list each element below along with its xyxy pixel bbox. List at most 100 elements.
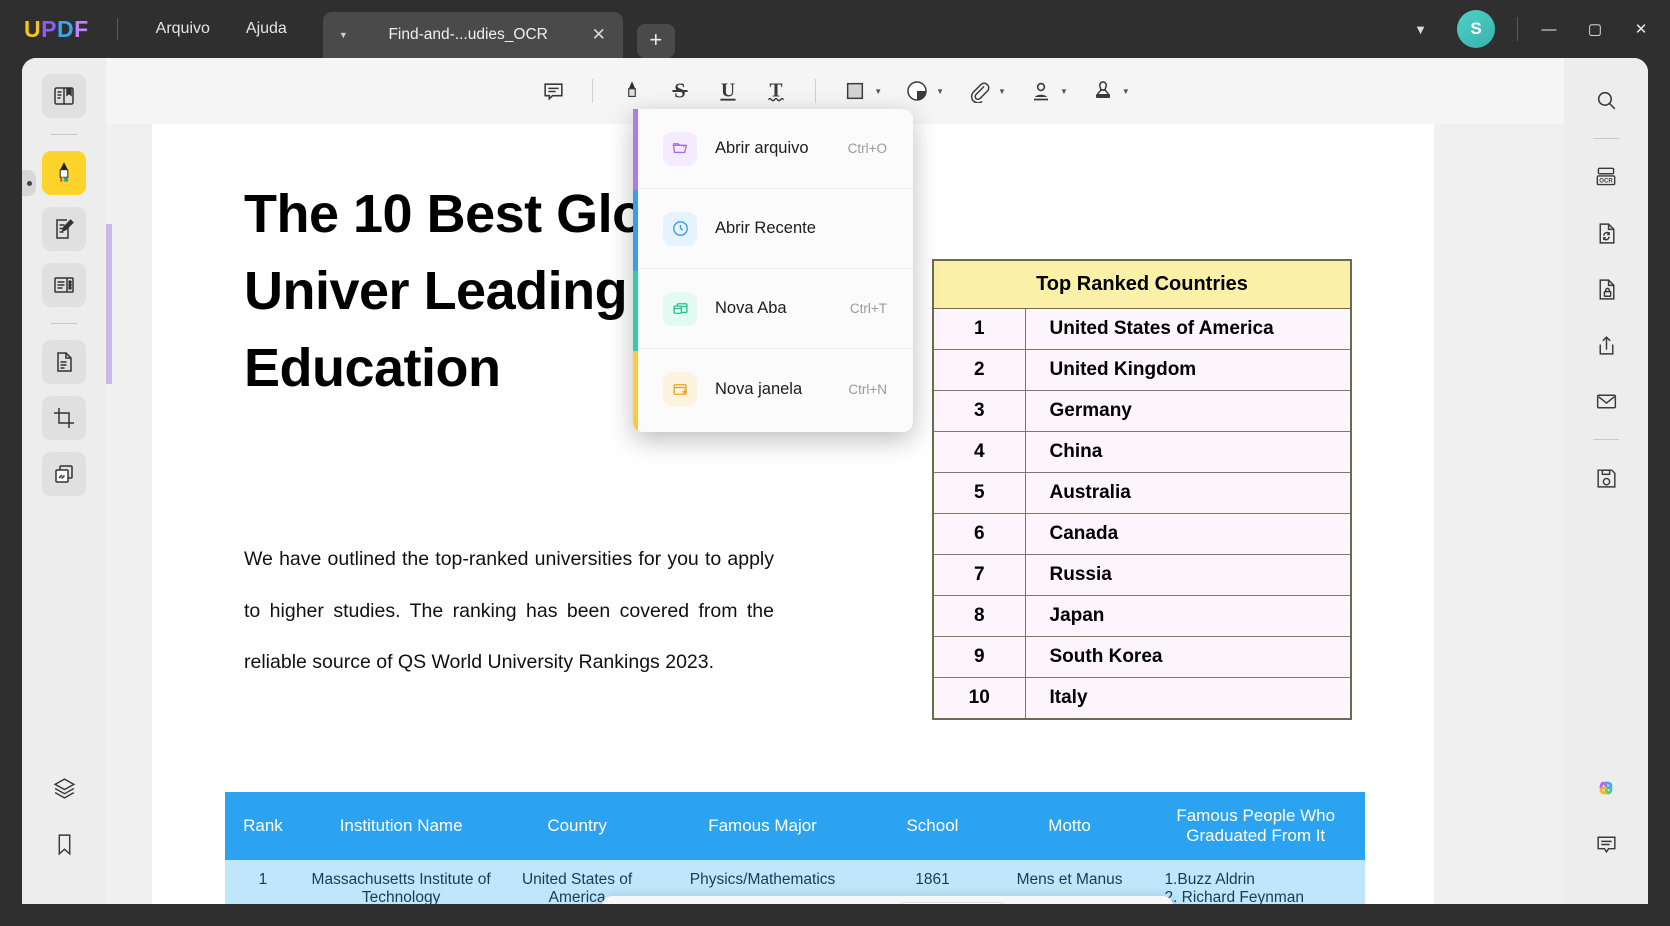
rail-search[interactable] [1584, 78, 1628, 122]
new-tab-button[interactable]: + [637, 24, 675, 58]
rail-save[interactable] [1584, 456, 1628, 500]
signature-person-icon[interactable] [1018, 70, 1064, 112]
menu-ajuda[interactable]: Ajuda [228, 13, 305, 45]
file-menu-dropdown: Abrir arquivoCtrl+O Abrir Recente Nova Aba… [633, 109, 913, 432]
tool-highlight[interactable] [609, 70, 655, 112]
chevron-down-icon[interactable]: ▼ [1060, 87, 1074, 96]
rail-convert[interactable] [1584, 211, 1628, 255]
table-row: 7Russia [933, 555, 1351, 596]
dropdown-item-label: Abrir Recente [715, 219, 887, 238]
updf-logo: U P D F [24, 16, 89, 43]
square-shape-icon[interactable] [832, 70, 878, 112]
maximize-button[interactable]: ▢ [1572, 0, 1618, 58]
tool-stamp[interactable]: ▼ [1080, 70, 1140, 112]
stamp-icon[interactable] [1080, 70, 1126, 112]
app-shell: S U T [22, 58, 1648, 904]
tool-sticker[interactable]: ▼ [894, 70, 954, 112]
table-row: 1United States of America [933, 309, 1351, 350]
tool-signature[interactable]: ▼ [1018, 70, 1078, 112]
share-upload-icon [1594, 333, 1619, 358]
ai-flower-icon [1591, 773, 1621, 803]
tool-underline[interactable]: U [705, 70, 751, 112]
country-name-cell: Italy [1025, 678, 1351, 720]
country-name-cell: Germany [1025, 391, 1351, 432]
first-page-button[interactable] [808, 901, 846, 904]
country-rank-cell: 1 [933, 309, 1025, 350]
document-tab-title: Find-and-...udies_OCR [358, 26, 579, 44]
rail-comments[interactable] [1584, 822, 1628, 866]
rail-ai-assistant[interactable] [1584, 766, 1628, 810]
file-convert-icon [52, 350, 76, 374]
dropdown-item-abrir-arquivo[interactable]: Abrir arquivoCtrl+O [633, 109, 913, 189]
next-page-button[interactable] [1016, 901, 1054, 904]
crop-icon [52, 406, 76, 430]
rail-share[interactable] [1584, 323, 1628, 367]
previous-page-button[interactable] [850, 901, 888, 904]
country-name-cell: South Korea [1025, 637, 1351, 678]
sidebar-layers[interactable] [42, 766, 86, 810]
country-name-cell: Australia [1025, 473, 1351, 514]
left-sidebar [22, 58, 106, 904]
tool-note[interactable] [530, 70, 576, 112]
pane-collapse-handle[interactable] [22, 170, 36, 196]
country-rank-cell: 8 [933, 596, 1025, 637]
sidebar-compare[interactable] [42, 452, 86, 496]
zoom-out-button[interactable] [616, 901, 654, 904]
right-sidebar-bottom [1584, 766, 1628, 904]
zoom-in-button[interactable] [745, 901, 783, 904]
rail-email[interactable] [1584, 379, 1628, 423]
paperclip-icon[interactable] [956, 70, 1002, 112]
minimize-button[interactable]: — [1526, 0, 1572, 58]
menu-arquivo[interactable]: Arquivo [138, 13, 228, 45]
country-name-cell: Japan [1025, 596, 1351, 637]
sidebar-annotate[interactable] [42, 207, 86, 251]
tool-shape[interactable]: ▼ [832, 70, 892, 112]
chevron-down-icon[interactable]: ▼ [1398, 14, 1443, 45]
avatar[interactable]: S [1457, 10, 1495, 48]
svg-text:OCR: OCR [1599, 179, 1613, 185]
universities-table-header: Famous Major [653, 792, 872, 860]
sidebar-crop[interactable] [42, 396, 86, 440]
dropdown-item-nova-aba[interactable]: Nova AbaCtrl+T [633, 269, 913, 349]
country-rank-cell: 3 [933, 391, 1025, 432]
dropdown-item-nova-janela[interactable]: Nova janelaCtrl+N [633, 349, 913, 429]
new-window-icon [663, 372, 697, 406]
clock-icon [663, 212, 697, 246]
page-number-input[interactable]: 4 / 30 [898, 902, 1006, 904]
sidebar-highlighter[interactable] [42, 151, 86, 195]
dropdown-item-label: Abrir arquivo [715, 139, 848, 158]
close-window-button[interactable]: ✕ [1618, 0, 1664, 58]
dropdown-color-stripe [633, 109, 638, 432]
page-navigation-toolbar: 153% ▼ 4 / 30 [602, 896, 1173, 904]
sidebar-organize[interactable] [42, 263, 86, 307]
sidebar-bookmark[interactable] [42, 822, 86, 866]
page-paragraph: We have outlined the top-ranked universi… [244, 534, 774, 689]
tool-attachment[interactable]: ▼ [956, 70, 1016, 112]
chevron-down-icon[interactable]: ▼ [339, 30, 348, 40]
last-page-button[interactable] [1058, 901, 1096, 904]
dropdown-item-shortcut: Ctrl+O [848, 141, 887, 156]
file-lock-icon [1594, 277, 1619, 302]
dropdown-item-abrir-recente[interactable]: Abrir Recente [633, 189, 913, 269]
close-icon[interactable]: ✕ [589, 25, 609, 45]
sidebar-reader[interactable] [42, 74, 86, 118]
tool-squiggly[interactable]: T [753, 70, 799, 112]
rail-divider-1 [1593, 138, 1619, 139]
sticky-note-icon [541, 79, 566, 104]
sidebar-convert[interactable] [42, 340, 86, 384]
chevron-down-icon[interactable]: ▼ [998, 87, 1012, 96]
chevron-down-icon[interactable]: ▼ [936, 87, 950, 96]
tool-strikethrough[interactable]: S [657, 70, 703, 112]
chevron-down-icon[interactable]: ▼ [874, 87, 888, 96]
rail-ocr[interactable]: OCR [1584, 155, 1628, 199]
sticker-icon[interactable] [894, 70, 940, 112]
squiggly-underline-icon: T [763, 78, 789, 104]
chevron-down-icon[interactable]: ▼ [1122, 87, 1136, 96]
close-toolbar-button[interactable] [1121, 901, 1159, 904]
table-row: 4China [933, 432, 1351, 473]
document-tab[interactable]: ▼ Find-and-...udies_OCR ✕ [323, 12, 623, 58]
underline-icon: U [715, 78, 741, 104]
table-row: 5Australia [933, 473, 1351, 514]
book-reader-icon [52, 84, 76, 108]
rail-protect[interactable] [1584, 267, 1628, 311]
